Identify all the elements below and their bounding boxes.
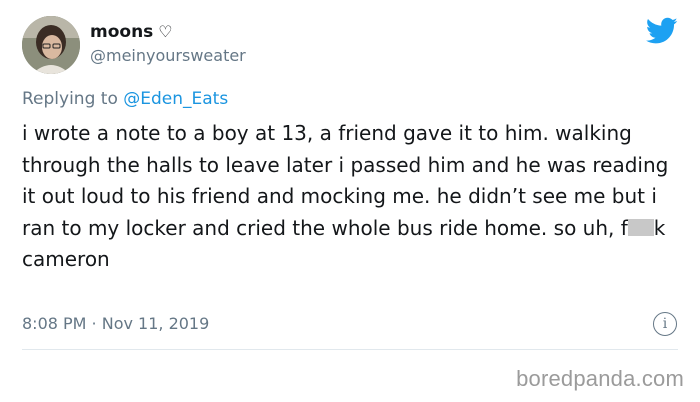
watermark: boredpanda.com [516, 366, 684, 391]
tweet-card: moons ♡ @meinyoursweater Replying to @Ede… [0, 0, 700, 360]
heart-icon: ♡ [158, 22, 173, 41]
display-name-text: moons [90, 22, 154, 42]
info-icon[interactable]: i [653, 312, 677, 336]
display-name[interactable]: moons ♡ [90, 22, 173, 42]
tweet-text-part-1: i wrote a note to a boy at 13, a friend … [22, 121, 669, 240]
tweet-text: i wrote a note to a boy at 13, a friend … [22, 118, 682, 276]
tweet-timestamp[interactable]: 8:08 PM · Nov 11, 2019 [22, 314, 209, 334]
reply-prefix: Replying to [22, 89, 118, 109]
twitter-bird-icon[interactable] [646, 17, 678, 45]
divider [22, 349, 678, 350]
reply-context: Replying to @Eden_Eats [22, 88, 228, 110]
reply-to-handle-link[interactable]: @Eden_Eats [123, 89, 228, 109]
user-handle[interactable]: @meinyoursweater [90, 46, 246, 66]
avatar[interactable] [22, 16, 80, 74]
censor-bar [627, 218, 654, 236]
avatar-image [22, 16, 80, 74]
